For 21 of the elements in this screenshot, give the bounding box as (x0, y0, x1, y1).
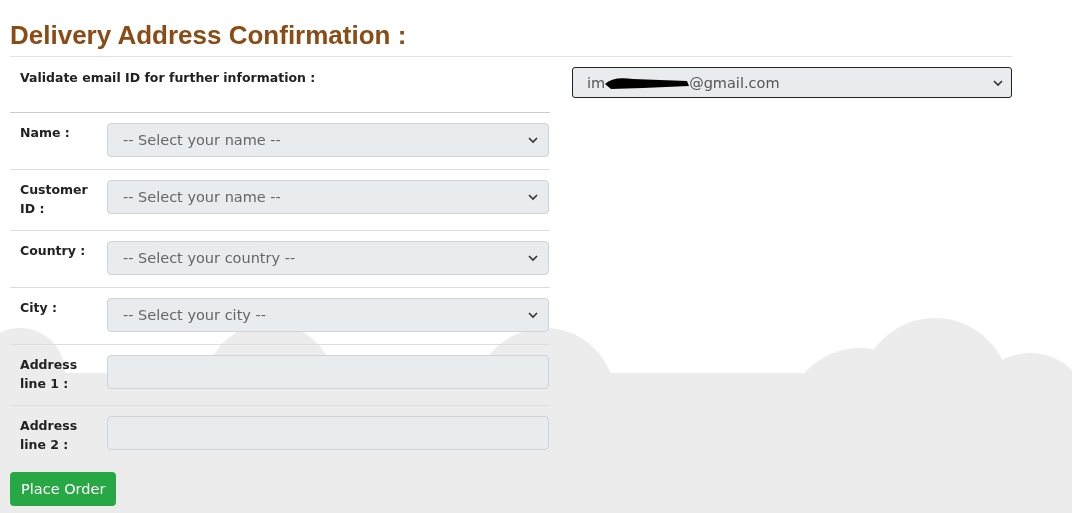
page-title: Delivery Address Confirmation : (10, 20, 1012, 57)
chevron-icon (528, 254, 538, 262)
input-field[interactable] (107, 416, 549, 450)
field-label: Address line 2 : (20, 417, 79, 454)
field-label: City : (20, 299, 58, 317)
input-field[interactable] (107, 355, 549, 389)
email-dropdown[interactable]: im @gmail.com (572, 67, 1012, 98)
dropdown[interactable]: -- Select your name -- (107, 180, 549, 214)
field-label: Address line 1 : (20, 356, 79, 393)
dropdown[interactable]: -- Select your city -- (107, 298, 549, 332)
dropdown[interactable]: -- Select your name -- (107, 123, 549, 157)
chevron-icon (528, 136, 538, 144)
chevron-icon (528, 311, 538, 319)
dropdown[interactable]: -- Select your country -- (107, 241, 549, 275)
field-label: Country : (20, 242, 87, 260)
field-label: Customer ID : (20, 181, 89, 218)
field-label: Name : (20, 124, 71, 142)
chevron-icon (528, 193, 538, 201)
chevron-icon (993, 78, 1003, 87)
place-order-button[interactable]: Place Order (10, 472, 117, 506)
email-label: Validate email ID for further information : (20, 70, 316, 87)
